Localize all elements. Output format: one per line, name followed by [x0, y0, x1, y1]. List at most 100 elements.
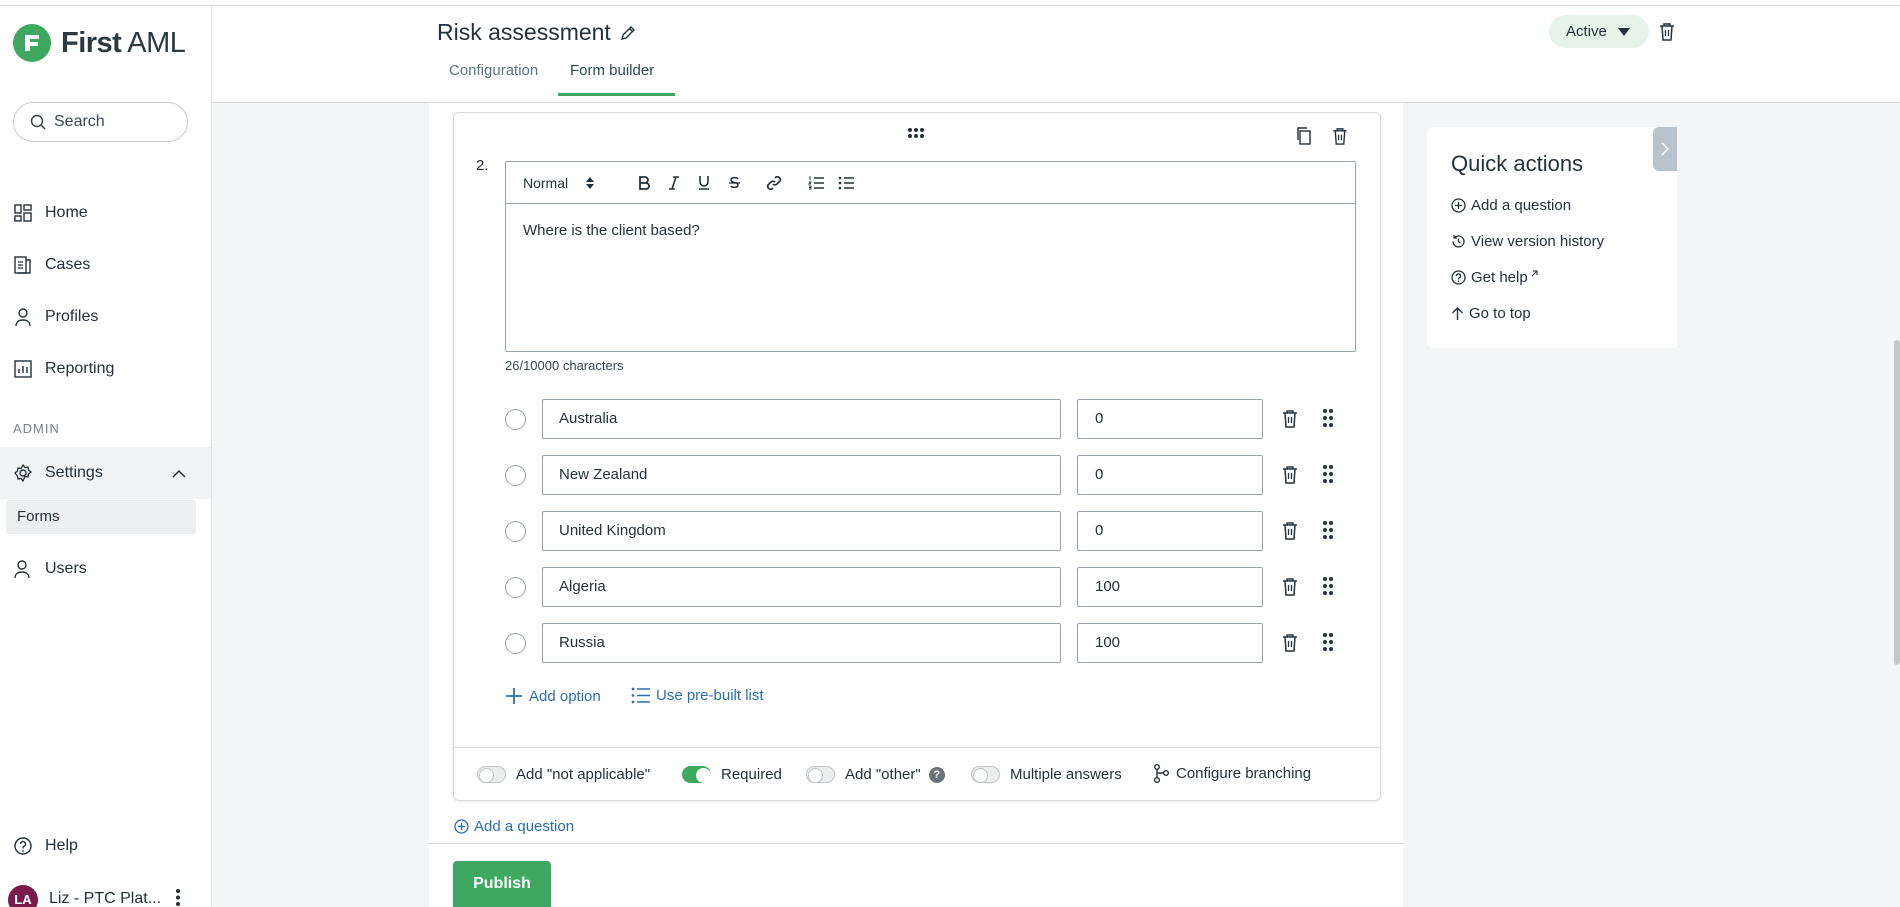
option-row: Australia 0 — [505, 399, 1345, 439]
delete-option-icon[interactable] — [1282, 633, 1298, 652]
caret-down-icon — [1617, 27, 1630, 36]
delete-option-icon[interactable] — [1282, 409, 1298, 428]
underline-button[interactable] — [695, 175, 713, 190]
quick-action-label: Go to top — [1469, 305, 1531, 322]
quick-action-add-question[interactable]: Add a question — [1451, 197, 1571, 214]
duplicate-icon[interactable] — [1296, 127, 1312, 145]
sidebar-item-profiles[interactable]: Profiles — [13, 307, 98, 327]
quick-action-label: Get help — [1471, 269, 1528, 286]
configure-branching-button[interactable]: Configure branching — [1153, 764, 1311, 783]
option-score-input[interactable]: 100 — [1077, 623, 1263, 663]
option-radio[interactable] — [505, 633, 526, 654]
kebab-menu-icon[interactable] — [175, 888, 181, 907]
status-dropdown[interactable]: Active — [1549, 15, 1649, 48]
question-text[interactable]: Where is the client based? — [506, 204, 1355, 257]
toggle-switch[interactable] — [682, 766, 711, 783]
quick-action-get-help[interactable]: Get help — [1451, 269, 1538, 286]
external-link-icon — [1531, 270, 1538, 277]
sidebar-item-users[interactable]: Users — [13, 559, 87, 579]
option-label-input[interactable]: United Kingdom — [542, 511, 1061, 551]
toggle-switch[interactable] — [806, 766, 835, 783]
status-label: Active — [1566, 23, 1607, 40]
option-radio[interactable] — [505, 577, 526, 598]
publish-button[interactable]: Publish — [453, 861, 551, 907]
italic-button[interactable] — [665, 175, 683, 190]
delete-option-icon[interactable] — [1282, 465, 1298, 484]
toggle-switch[interactable] — [971, 766, 1000, 783]
delete-form-icon[interactable] — [1659, 22, 1675, 41]
tab-configuration[interactable]: Configuration — [449, 62, 538, 97]
sidebar-item-home[interactable]: Home — [13, 203, 88, 223]
option-radio[interactable] — [505, 409, 526, 430]
toggle-multiple-answers[interactable]: Multiple answers — [971, 766, 1122, 783]
add-option-button[interactable]: Add option — [505, 687, 601, 705]
link-icon — [766, 175, 782, 190]
tab-form-builder[interactable]: Form builder — [570, 62, 654, 97]
delete-question-icon[interactable] — [1332, 127, 1348, 145]
prebuilt-list-label: Use pre-built list — [656, 687, 764, 704]
search-input[interactable]: Search — [13, 102, 188, 142]
add-question-button[interactable]: Add a question — [454, 818, 574, 835]
drag-handle-icon[interactable] — [1323, 409, 1333, 427]
sidebar-item-forms[interactable]: Forms — [6, 500, 196, 534]
sidebar-item-cases[interactable]: Cases — [13, 255, 90, 275]
drag-handle-icon[interactable] — [1323, 521, 1333, 539]
option-score-input[interactable]: 0 — [1077, 399, 1263, 439]
format-label: Normal — [523, 174, 569, 191]
chevron-up-icon — [172, 469, 186, 478]
option-label-input[interactable]: Russia — [542, 623, 1061, 663]
use-prebuilt-list-button[interactable]: Use pre-built list — [631, 687, 764, 704]
sidebar-item-help[interactable]: Help — [13, 836, 78, 856]
format-select[interactable]: Normal — [523, 175, 613, 191]
cases-icon — [14, 256, 31, 274]
option-score-input[interactable]: 0 — [1077, 511, 1263, 551]
delete-option-icon[interactable] — [1282, 521, 1298, 540]
page-title-text: Risk assessment — [437, 19, 611, 45]
drag-handle-icon[interactable] — [907, 127, 925, 139]
quick-action-version-history[interactable]: View version history — [1451, 233, 1604, 250]
option-radio[interactable] — [505, 465, 526, 486]
toggle-not-applicable[interactable]: Add "not applicable" — [477, 766, 650, 783]
ordered-list-button[interactable] — [807, 176, 825, 190]
add-option-label: Add option — [529, 687, 601, 705]
option-score-input[interactable]: 0 — [1077, 455, 1263, 495]
sidebar-item-label: Settings — [45, 464, 103, 481]
user-name[interactable]: Liz - PTC Plat... — [49, 890, 161, 907]
link-button[interactable] — [765, 175, 783, 191]
page-scrollbar[interactable] — [1894, 340, 1900, 665]
branching-label: Configure branching — [1176, 765, 1312, 782]
quick-action-go-to-top[interactable]: Go to top — [1451, 305, 1531, 322]
character-count: 26/10000 characters — [505, 358, 624, 373]
avatar[interactable]: LA — [8, 885, 38, 907]
bullet-list-button[interactable] — [837, 176, 855, 190]
list-icon — [631, 687, 650, 704]
collapse-panel-button[interactable] — [1653, 127, 1677, 171]
toggle-switch[interactable] — [477, 766, 506, 783]
chevron-right-icon — [1661, 142, 1669, 156]
option-label-input[interactable]: Australia — [542, 399, 1061, 439]
drag-handle-icon[interactable] — [1323, 577, 1333, 595]
sidebar-item-reporting[interactable]: Reporting — [13, 359, 114, 379]
bold-button[interactable] — [635, 175, 653, 190]
option-radio[interactable] — [505, 521, 526, 542]
delete-option-icon[interactable] — [1282, 577, 1298, 596]
strikethrough-button[interactable] — [725, 176, 743, 190]
question-mark-icon[interactable]: ? — [928, 766, 945, 783]
sidebar-item-settings[interactable]: Settings — [13, 463, 191, 483]
question-text-editor[interactable]: Normal Where is the client based? — [505, 161, 1356, 352]
option-score-input[interactable]: 100 — [1077, 567, 1263, 607]
sidebar-item-label: Profiles — [45, 308, 99, 325]
drag-handle-icon[interactable] — [1323, 633, 1333, 651]
toggle-add-other[interactable]: Add "other" ? — [806, 766, 945, 783]
quick-action-label: View version history — [1471, 233, 1605, 250]
brand-logo[interactable]: First AML — [13, 24, 186, 62]
italic-icon — [669, 175, 679, 190]
toggle-required[interactable]: Required — [682, 766, 782, 783]
help-icon — [1451, 270, 1466, 285]
chart-icon — [14, 360, 32, 378]
drag-handle-icon[interactable] — [1323, 465, 1333, 483]
option-label-input[interactable]: Algeria — [542, 567, 1061, 607]
option-label-input[interactable]: New Zealand — [542, 455, 1061, 495]
pencil-icon[interactable] — [620, 25, 636, 41]
logo-icon — [13, 24, 51, 62]
